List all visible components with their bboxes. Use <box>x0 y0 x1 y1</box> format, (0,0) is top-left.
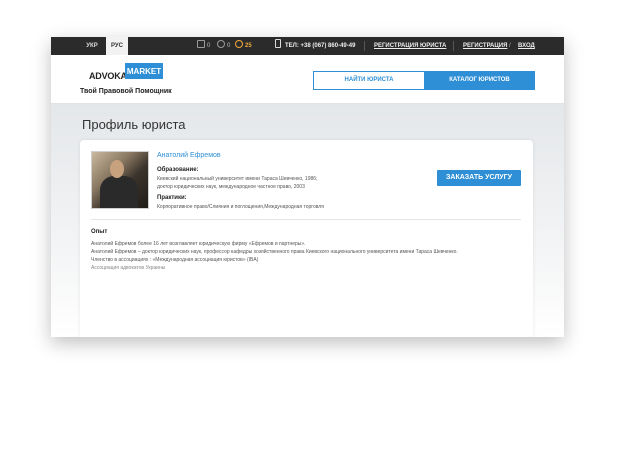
notifications-count: 25 <box>245 43 252 49</box>
logo-badge[interactable]: MARKET <box>125 63 163 79</box>
phone-icon <box>275 39 281 48</box>
register-link[interactable]: РЕГИСТРАЦИЯ <box>463 37 507 55</box>
experience-line: Ассоциация адвокатов Украины <box>91 265 166 271</box>
experience-line: Членство в ассоциациях : «Международная … <box>91 257 259 263</box>
order-service-button[interactable]: ЗАКАЗАТЬ УСЛУГУ <box>437 170 521 186</box>
practice-text: Корпоративное право/Слияния и поглощения… <box>157 204 324 210</box>
questions-counter[interactable]: 0 <box>217 37 230 55</box>
lang-rus-link[interactable]: РУС <box>106 37 128 55</box>
messages-count: 0 <box>207 43 211 49</box>
education-line-2: доктор юридических наук, международное ч… <box>157 184 305 190</box>
lawyer-name[interactable]: Анатолий Ефремов <box>157 152 221 159</box>
lawyer-photo <box>91 151 149 209</box>
question-icon <box>217 40 225 48</box>
browser-frame: УКР РУС 0 0 25 ТЕЛ: +38 (067) 860-49-49 … <box>51 37 564 337</box>
top-bar: УКР РУС 0 0 25 ТЕЛ: +38 (067) 860-49-49 … <box>51 37 564 55</box>
page-title: Профиль юриста <box>82 117 186 132</box>
questions-count: 0 <box>227 43 231 49</box>
profile-card: Анатолий Ефремов Образование: Киевский н… <box>80 140 533 337</box>
lang-ukr-link[interactable]: УКР <box>81 37 103 55</box>
education-label: Образование: <box>157 167 199 173</box>
practice-label: Практики: <box>157 195 187 201</box>
register-lawyer-link[interactable]: РЕГИСТРАЦИЯ ЮРИСТА <box>374 37 446 55</box>
experience-line: Анатолий Ефремов более 16 лет возглавляе… <box>91 241 306 247</box>
education-line-1: Киевский национальный университет имени … <box>157 176 318 182</box>
photo-body-shape <box>100 176 138 208</box>
login-link[interactable]: ВХОД <box>518 37 535 55</box>
divider <box>364 41 365 51</box>
phone-number: ТЕЛ: +38 (067) 860-49-49 <box>275 37 355 55</box>
experience-line: Анатолий Ефремов – доктор юридических на… <box>91 249 458 255</box>
card-divider <box>91 219 521 220</box>
main-content: Профиль юриста Анатолий Ефремов Образова… <box>51 104 564 337</box>
notifications-counter[interactable]: 25 <box>235 37 252 55</box>
photo-face-shape <box>110 160 124 178</box>
phone-text: ТЕЛ: +38 (067) 860-49-49 <box>285 43 356 49</box>
divider <box>453 41 454 51</box>
slash-separator: / <box>509 43 511 49</box>
logo-tagline: Твой Правовой Помощник <box>80 88 172 95</box>
message-icon <box>197 40 205 48</box>
chat-bubble-icon <box>235 40 243 48</box>
lawyer-catalog-button[interactable]: КАТАЛОГ ЮРИСТОВ <box>424 71 535 90</box>
find-lawyer-button[interactable]: НАЙТИ ЮРИСТА <box>313 71 425 90</box>
site-header: ADVOKAT MARKET Твой Правовой Помощник НА… <box>51 55 564 104</box>
messages-counter[interactable]: 0 <box>197 37 210 55</box>
experience-title: Опыт <box>91 229 108 235</box>
